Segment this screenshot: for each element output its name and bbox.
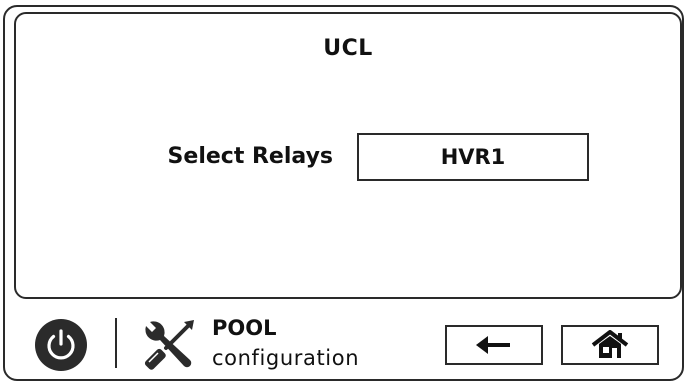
page-title: UCL — [323, 36, 373, 61]
back-button[interactable] — [445, 325, 543, 365]
power-button[interactable] — [35, 319, 87, 371]
arrow-left-icon — [476, 336, 510, 354]
power-icon — [47, 329, 75, 360]
relay-select-field[interactable]: HVR1 — [357, 133, 589, 181]
home-icon — [591, 330, 629, 358]
home-button[interactable] — [561, 325, 659, 365]
section-name: POOL — [212, 316, 277, 340]
footer-divider — [115, 318, 117, 368]
main-panel: UCL Select Relays HVR1 — [14, 12, 682, 299]
section-subtitle: configuration — [212, 346, 360, 370]
tools-icon — [140, 318, 198, 374]
select-relays-label: Select Relays — [167, 144, 333, 169]
